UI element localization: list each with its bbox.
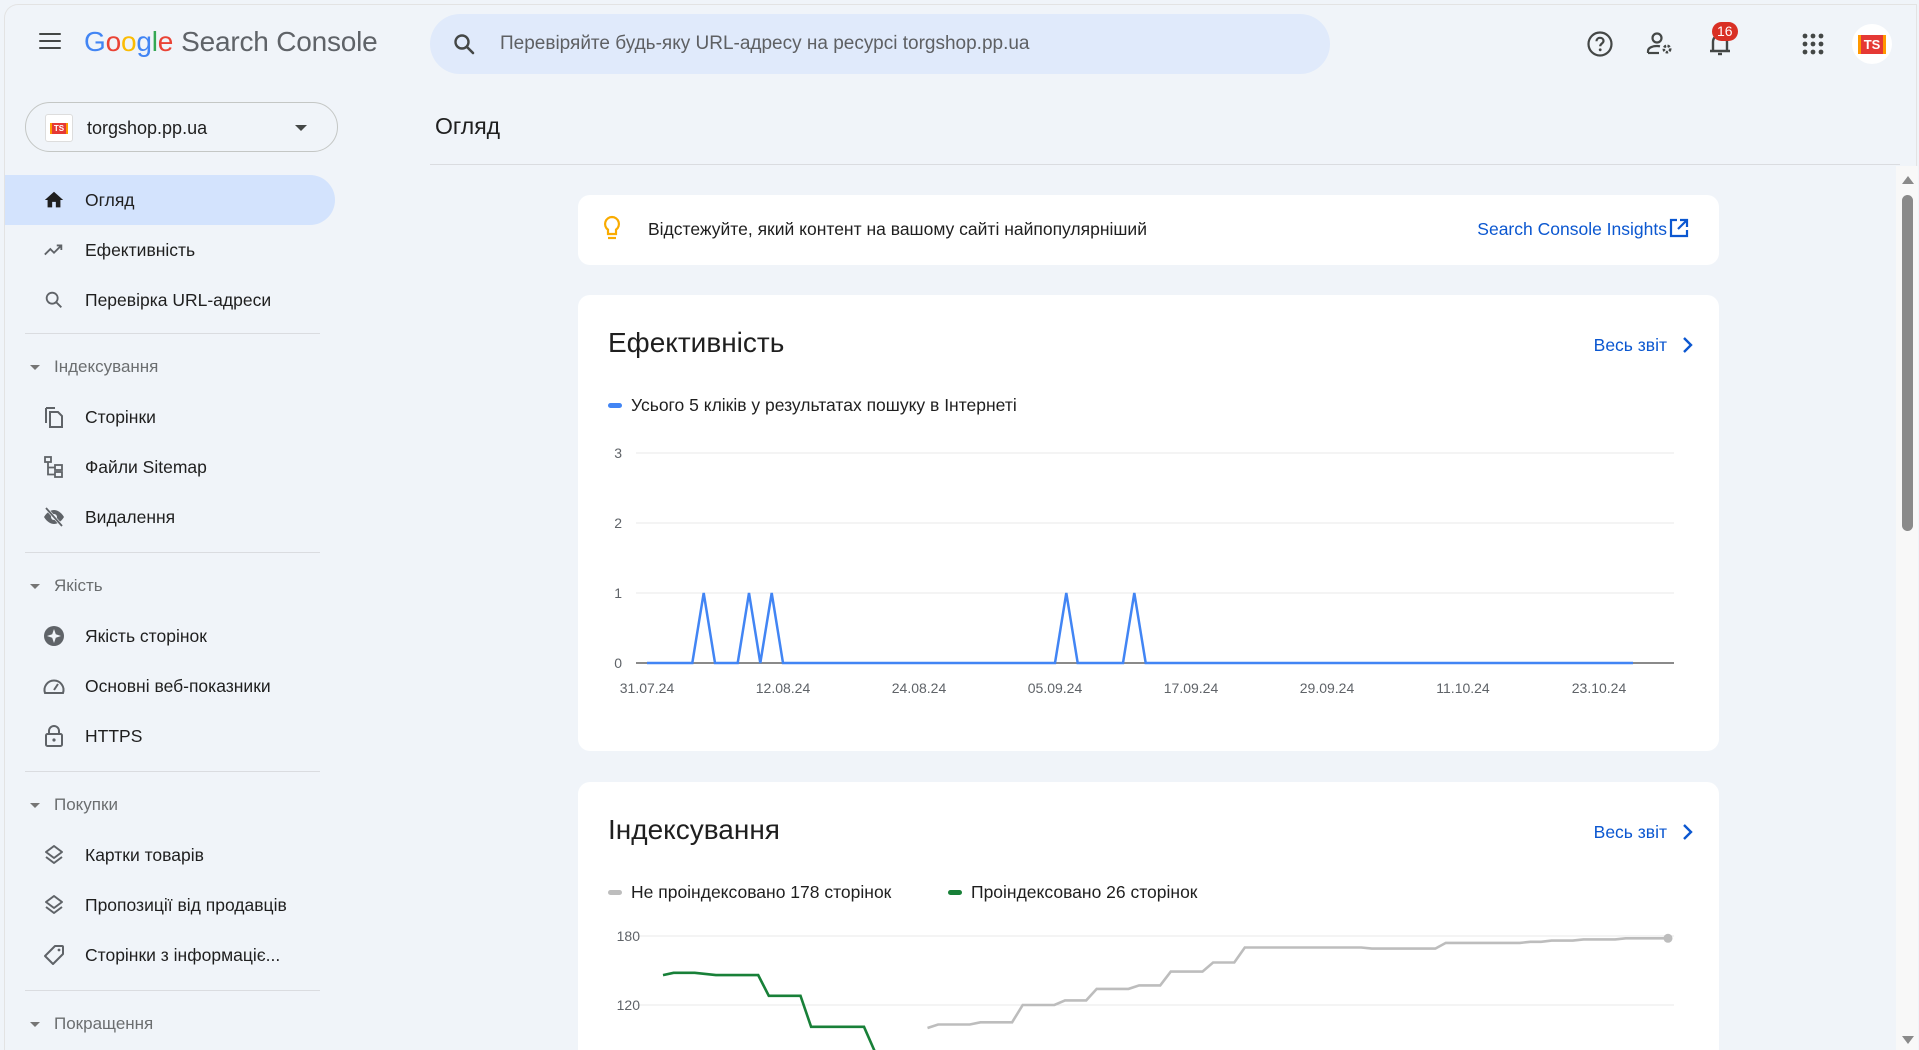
sidebar-item-pages[interactable]: Сторінки <box>5 392 335 442</box>
sidebar-divider <box>25 771 320 772</box>
indexing-full-report-link[interactable]: Весь звіт <box>1594 822 1667 843</box>
property-selector[interactable]: TS torgshop.pp.ua <box>25 102 338 152</box>
indexing-chart: 120 180 <box>617 928 1674 1050</box>
not-indexed-series-line <box>927 936 1668 1030</box>
legend-swatch <box>608 890 622 895</box>
page-experience-icon <box>41 623 67 649</box>
x-tick-label: 24.08.24 <box>892 680 947 696</box>
sidebar-item-overview[interactable]: Огляд <box>5 175 335 225</box>
performance-title: Ефективність <box>608 327 785 358</box>
property-name: torgshop.pp.ua <box>87 118 208 138</box>
sidebar-item-core-web-vitals[interactable]: Основні веб-показники <box>5 661 335 711</box>
sidebar-item-sitemaps[interactable]: Файли Sitemap <box>5 442 335 492</box>
sidebar-item-url-inspection[interactable]: Перевірка URL-адреси <box>5 275 335 325</box>
lock-icon <box>41 723 67 749</box>
apps-icon[interactable] <box>1797 28 1829 60</box>
insights-banner: Відстежуйте, який контент на вашому сайт… <box>578 195 1719 265</box>
scroll-down-arrow-icon[interactable] <box>1902 1036 1914 1044</box>
clicks-series-line <box>647 592 1633 665</box>
not-indexed-legend[interactable]: Не проіндексовано 178 сторінок <box>608 882 891 903</box>
sidebar-divider <box>25 990 320 991</box>
indexed-legend[interactable]: Проіндексовано 26 сторінок <box>948 882 1197 903</box>
performance-full-report-link[interactable]: Весь звіт <box>1594 335 1667 356</box>
section-toggle-indexing[interactable]: Індексування <box>30 352 158 382</box>
section-toggle-shopping[interactable]: Покупки <box>30 790 118 820</box>
page-title: Огляд <box>435 113 501 139</box>
section-toggle-quality[interactable]: Якість <box>30 571 103 601</box>
y-tick-label: 120 <box>617 997 641 1013</box>
sidebar-divider <box>25 333 320 334</box>
collapse-triangle-icon <box>30 364 40 370</box>
notifications-badge: 16 <box>1712 22 1738 41</box>
search-icon <box>41 287 67 313</box>
layers-icon <box>41 892 67 918</box>
scrollbar-thumb[interactable] <box>1902 195 1913 531</box>
x-tick-label: 31.07.24 <box>620 680 675 696</box>
y-tick-label: 180 <box>617 928 641 944</box>
url-inspection-search[interactable] <box>430 14 1330 74</box>
chevron-right-icon[interactable] <box>1681 822 1695 842</box>
x-tick-label: 23.10.24 <box>1572 680 1627 696</box>
y-tick-label: 2 <box>614 515 622 531</box>
removals-icon <box>41 504 67 530</box>
sidebar-item-page-experience[interactable]: Якість сторінок <box>5 611 335 661</box>
performance-card: Ефективність Весь звіт Усього 5 кліків у… <box>578 295 1719 751</box>
product-logo[interactable]: Google Search Console <box>84 26 378 58</box>
external-link-icon[interactable] <box>1669 218 1689 238</box>
section-toggle-enhancements[interactable]: Покращення <box>30 1009 153 1039</box>
x-tick-label: 11.10.24 <box>1436 680 1490 696</box>
account-avatar[interactable]: TS <box>1852 24 1892 64</box>
top-app-bar: GoogleSearch Console 16 TS <box>0 0 1919 88</box>
legend-swatch <box>948 890 962 895</box>
layers-icon <box>41 842 67 868</box>
not-indexed-last-point <box>1663 933 1673 943</box>
y-tick-label: 3 <box>614 445 622 461</box>
search-console-insights-link[interactable]: Search Console Insights <box>1477 219 1667 240</box>
product-name: Search Console <box>181 26 378 57</box>
sidebar-item-merchant-listings[interactable]: Пропозиції від продавців <box>5 880 335 930</box>
help-icon[interactable] <box>1584 28 1616 60</box>
indexing-card: Індексування Весь звіт Не проіндексовано… <box>578 782 1719 1050</box>
sidebar-divider <box>25 552 320 553</box>
chevron-right-icon[interactable] <box>1681 335 1695 355</box>
pages-icon <box>41 404 67 430</box>
manage-users-icon[interactable] <box>1644 28 1676 60</box>
insights-banner-text: Відстежуйте, який контент на вашому сайт… <box>648 219 1147 239</box>
indexed-series-line <box>662 971 876 1050</box>
sidebar-item-removals[interactable]: Видалення <box>5 492 335 542</box>
sidebar-item-shopping-tab-listings[interactable]: Сторінки з інформаціє... <box>5 930 335 980</box>
sitemap-icon <box>41 454 67 480</box>
x-tick-label: 12.08.24 <box>756 680 811 696</box>
x-tick-label: 17.09.24 <box>1164 680 1219 696</box>
page-scrollbar[interactable] <box>1896 166 1918 1050</box>
collapse-triangle-icon <box>30 583 40 589</box>
speed-gauge-icon <box>41 673 67 699</box>
clicks-legend[interactable]: Усього 5 кліків у результатах пошуку в І… <box>608 395 1017 416</box>
property-favicon: TS <box>45 114 73 142</box>
menu-icon[interactable] <box>34 28 66 60</box>
trending-up-icon <box>41 237 67 263</box>
home-icon <box>41 187 67 213</box>
indexing-title: Індексування <box>608 814 780 845</box>
sidebar-item-performance[interactable]: Ефективність <box>5 225 335 275</box>
url-inspection-input[interactable] <box>500 14 1300 74</box>
collapse-triangle-icon <box>30 1021 40 1027</box>
sidebar-item-product-snippets[interactable]: Картки товарів <box>5 830 335 880</box>
y-tick-label: 0 <box>614 655 622 671</box>
x-tick-label: 29.09.24 <box>1300 680 1355 696</box>
scroll-up-arrow-icon[interactable] <box>1902 176 1914 184</box>
y-tick-label: 1 <box>614 585 622 601</box>
collapse-triangle-icon <box>30 802 40 808</box>
dropdown-caret-icon <box>295 125 307 131</box>
clicks-chart: 0 1 2 3 31.07.24 12.08.24 24.08.24 05.09.24 17.0… <box>614 445 1674 696</box>
tag-icon <box>41 942 67 968</box>
sidebar-item-https[interactable]: HTTPS <box>5 711 335 761</box>
lightbulb-icon <box>603 215 621 240</box>
title-divider <box>430 164 1900 165</box>
search-icon <box>454 34 475 55</box>
x-tick-label: 05.09.24 <box>1028 680 1083 696</box>
legend-swatch <box>608 403 622 408</box>
